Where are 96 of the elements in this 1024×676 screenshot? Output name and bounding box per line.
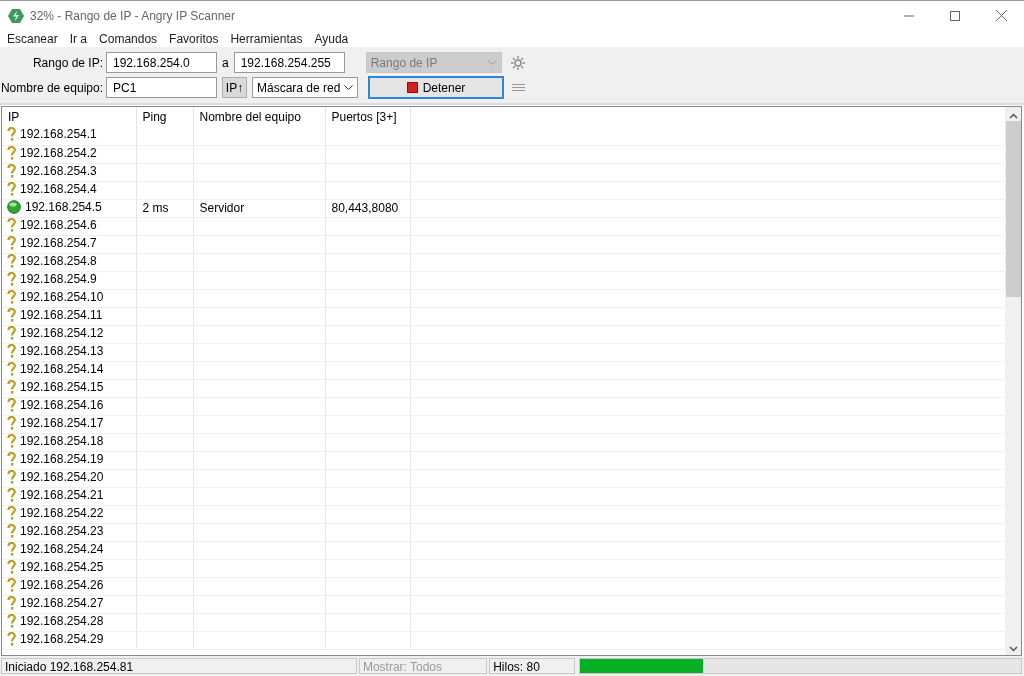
question-mark-icon bbox=[7, 559, 16, 574]
caret-icon bbox=[344, 85, 353, 90]
stop-button[interactable]: Detener bbox=[368, 76, 504, 99]
question-mark-icon bbox=[7, 469, 16, 484]
question-mark-icon bbox=[7, 271, 16, 286]
column-header[interactable]: Puertos [3+] bbox=[325, 107, 410, 127]
ip-address[interactable]: 192.168.254.3 bbox=[20, 163, 97, 178]
minimize-icon[interactable] bbox=[904, 14, 914, 17]
question-mark-icon bbox=[7, 253, 16, 268]
ip-lookup-button[interactable]: IP↑ bbox=[222, 77, 247, 98]
ip-address[interactable]: 192.168.254.5 bbox=[25, 199, 102, 214]
ip-address[interactable]: 192.168.254.10 bbox=[20, 289, 104, 304]
caret-icon bbox=[487, 60, 497, 65]
question-mark-icon bbox=[7, 487, 16, 502]
question-mark-icon bbox=[7, 631, 16, 646]
column-header[interactable]: Ping bbox=[136, 107, 193, 127]
ip-address[interactable]: 192.168.254.26 bbox=[20, 577, 104, 592]
list-icon[interactable] bbox=[512, 82, 525, 93]
menu-item[interactable]: Herramientas bbox=[224, 31, 309, 46]
ip-address[interactable]: 192.168.254.2 bbox=[20, 145, 97, 160]
ip-address[interactable]: 192.168.254.19 bbox=[20, 451, 104, 466]
question-mark-icon bbox=[7, 325, 16, 340]
menu-item[interactable]: Comandos bbox=[93, 31, 164, 46]
menu-item[interactable]: Favoritos bbox=[163, 31, 225, 46]
question-mark-icon bbox=[7, 577, 16, 592]
field-label: Nombre de equipo: bbox=[0, 80, 104, 95]
status-text: Iniciado 192.168.254.81 bbox=[1, 658, 357, 674]
menu-item[interactable]: Ayuda bbox=[308, 31, 355, 46]
menu-item[interactable]: Ir a bbox=[63, 31, 94, 46]
range-end-field[interactable]: 192.168.254.255 bbox=[233, 52, 345, 73]
menu-item[interactable]: Escanear bbox=[1, 31, 64, 46]
ip-address[interactable]: 192.168.254.17 bbox=[20, 415, 104, 430]
question-mark-icon bbox=[7, 127, 16, 142]
column-header[interactable]: IP bbox=[2, 107, 136, 127]
ip-address[interactable]: 192.168.254.20 bbox=[20, 469, 104, 484]
question-mark-icon bbox=[7, 379, 16, 394]
ip-address[interactable]: 192.168.254.8 bbox=[20, 253, 97, 268]
window-title: 32% - Rango de IP - Angry IP Scanner bbox=[30, 8, 236, 23]
ip-address[interactable]: 192.168.254.16 bbox=[20, 397, 104, 412]
question-mark-icon bbox=[7, 181, 16, 196]
ip-address[interactable]: 192.168.254.27 bbox=[20, 595, 104, 610]
table-cell: 2 ms bbox=[142, 201, 169, 215]
ip-address[interactable]: 192.168.254.12 bbox=[20, 325, 104, 340]
ip-address[interactable]: 192.168.254.21 bbox=[20, 487, 104, 502]
question-mark-icon bbox=[7, 307, 16, 322]
field-label: a bbox=[222, 55, 229, 70]
column-header[interactable]: Nombre del equipo bbox=[193, 107, 325, 127]
question-mark-icon bbox=[7, 235, 16, 250]
stop-icon bbox=[406, 82, 418, 93]
question-mark-icon bbox=[7, 145, 16, 160]
ip-address[interactable]: 192.168.254.23 bbox=[20, 523, 104, 538]
ip-address[interactable]: 192.168.254.18 bbox=[20, 433, 104, 448]
close-icon[interactable] bbox=[995, 10, 1007, 21]
scroll-down-icon[interactable] bbox=[1008, 646, 1018, 652]
question-mark-icon bbox=[7, 289, 16, 304]
host-alive-icon bbox=[7, 199, 21, 214]
ip-address[interactable]: 192.168.254.29 bbox=[20, 631, 104, 646]
table-cell: Servidor bbox=[199, 201, 245, 215]
table-cell: 80,443,8080 bbox=[331, 201, 399, 215]
netmask-dropdown[interactable]: Máscara de red bbox=[252, 77, 358, 98]
hostname-field[interactable]: PC1 bbox=[106, 77, 217, 98]
ip-address[interactable]: 192.168.254.24 bbox=[20, 541, 104, 556]
ip-address[interactable]: 192.168.254.15 bbox=[20, 379, 104, 394]
question-mark-icon bbox=[7, 217, 16, 232]
question-mark-icon bbox=[7, 613, 16, 628]
question-mark-icon bbox=[7, 343, 16, 358]
question-mark-icon bbox=[7, 505, 16, 520]
range-start-field[interactable]: 192.168.254.0 bbox=[106, 52, 217, 73]
ip-address[interactable]: 192.168.254.14 bbox=[20, 361, 104, 376]
ip-address[interactable]: 192.168.254.28 bbox=[20, 613, 104, 628]
thread-count: Hilos: 80 bbox=[489, 658, 575, 674]
field-label: Rango de IP: bbox=[31, 55, 104, 70]
scroll-up-icon[interactable] bbox=[1008, 113, 1018, 119]
question-mark-icon bbox=[7, 595, 16, 610]
ip-address[interactable]: 192.168.254.22 bbox=[20, 505, 104, 520]
ip-address[interactable]: 192.168.254.25 bbox=[20, 559, 104, 574]
question-mark-icon bbox=[7, 451, 16, 466]
ip-address[interactable]: 192.168.254.6 bbox=[20, 217, 97, 232]
question-mark-icon bbox=[7, 433, 16, 448]
question-mark-icon bbox=[7, 541, 16, 556]
ip-address[interactable]: 192.168.254.11 bbox=[20, 307, 103, 322]
maximize-icon[interactable] bbox=[950, 10, 960, 21]
question-mark-icon bbox=[7, 163, 16, 178]
vertical-scrollbar[interactable] bbox=[1005, 107, 1021, 655]
ip-address[interactable]: 192.168.254.7 bbox=[20, 235, 97, 250]
question-mark-icon bbox=[7, 415, 16, 430]
ip-address[interactable]: 192.168.254.1 bbox=[20, 127, 97, 142]
ip-address[interactable]: 192.168.254.4 bbox=[20, 181, 97, 196]
ip-address[interactable]: 192.168.254.9 bbox=[20, 271, 97, 286]
settings-icon[interactable] bbox=[509, 54, 526, 71]
scrollbar-thumb[interactable] bbox=[1005, 121, 1021, 297]
question-mark-icon bbox=[7, 361, 16, 376]
question-mark-icon bbox=[7, 397, 16, 412]
ip-address[interactable]: 192.168.254.13 bbox=[20, 343, 104, 358]
question-mark-icon bbox=[7, 523, 16, 538]
app-logo-icon bbox=[8, 8, 24, 23]
